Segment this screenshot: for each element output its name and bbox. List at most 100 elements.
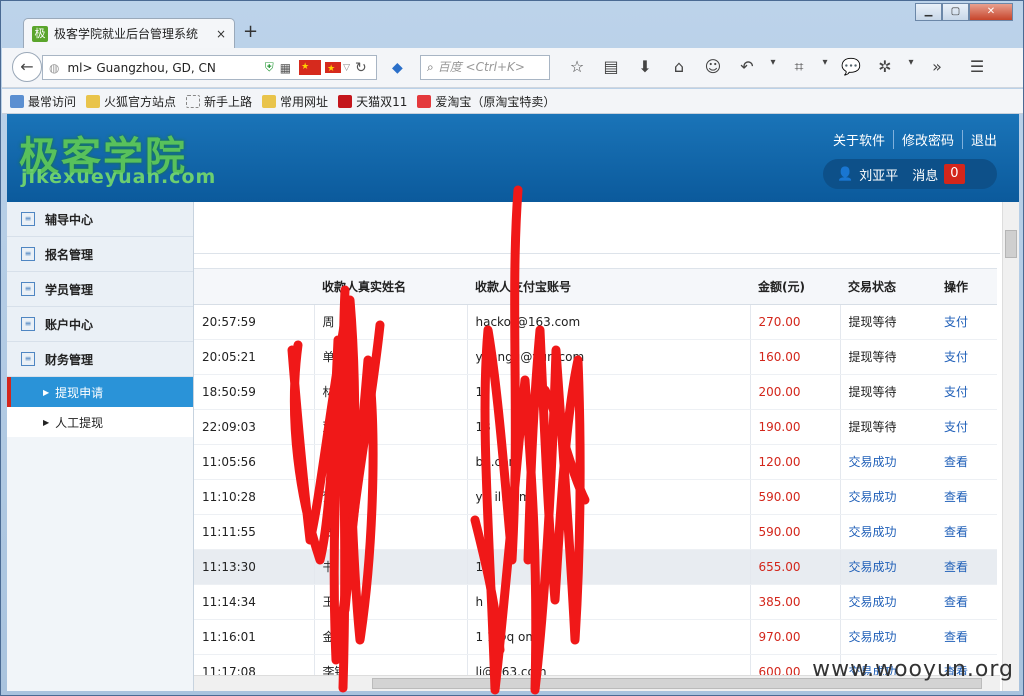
- cell-action[interactable]: 查看: [936, 584, 997, 620]
- cell-alipay-account: bb.com: [466, 444, 750, 480]
- cell-action[interactable]: 支付: [936, 409, 997, 445]
- back-button[interactable]: ←: [12, 52, 42, 82]
- bookmark-tmall[interactable]: 天猫双11: [338, 93, 407, 110]
- list-icon: ≡: [21, 282, 35, 296]
- cell-alipay-account: hackor@163.com: [466, 304, 750, 340]
- home-icon[interactable]: ⌂: [662, 57, 696, 77]
- cell-payee-name: 周: [313, 444, 467, 480]
- dropdown-icon[interactable]: ▾: [902, 57, 920, 77]
- browser-tab[interactable]: 极 极客学院就业后台管理系统 ×: [23, 18, 235, 48]
- folder-icon: [262, 94, 277, 108]
- about-link[interactable]: 关于软件: [825, 130, 894, 149]
- crop-icon[interactable]: ⌗: [782, 57, 816, 77]
- minimize-button[interactable]: ▁: [915, 3, 942, 21]
- site-favicon-icon: 极: [32, 25, 48, 42]
- messages-label[interactable]: 消息: [912, 165, 938, 184]
- table-row: 11:10:28 贺 y f il.com 590.00 交易成功 查看: [194, 479, 997, 515]
- page-icon: [186, 94, 201, 108]
- bookmark-star-icon[interactable]: ☆: [560, 57, 594, 77]
- smiley-icon[interactable]: ☺: [696, 57, 730, 77]
- cell-amount: 655.00: [749, 549, 840, 585]
- overflow-icon[interactable]: »: [920, 57, 954, 77]
- china-flag-small-icon: ★: [325, 62, 342, 74]
- menu-tutoring-center[interactable]: ≡ 辅导中心: [7, 202, 193, 237]
- cell-status: 交易成功: [839, 514, 936, 550]
- reading-list-icon[interactable]: ▤: [594, 57, 628, 77]
- cell-status: 交易成功: [839, 619, 936, 655]
- menu-finance[interactable]: ≡ 财务管理: [7, 342, 193, 377]
- menu-enrollment[interactable]: ≡ 报名管理: [7, 237, 193, 272]
- sidebar-item-manual-withdraw[interactable]: ▶ 人工提现: [7, 407, 193, 437]
- close-tab-icon[interactable]: ×: [214, 27, 228, 41]
- bookmark-most-visited[interactable]: 最常访问: [10, 93, 76, 110]
- cell-action[interactable]: 支付: [936, 304, 997, 340]
- chat-icon[interactable]: 💬: [834, 57, 868, 77]
- cell-payee-name: 王: [313, 584, 467, 620]
- cell-payee-name: 钱: [313, 514, 467, 550]
- dropdown-icon[interactable]: ▾: [764, 57, 782, 77]
- cell-action[interactable]: 查看: [936, 444, 997, 480]
- dropdown-icon[interactable]: ▽: [343, 63, 350, 73]
- cell-alipay-account: y f il.com: [466, 479, 750, 515]
- cell-payee-name: 双: [313, 409, 467, 445]
- extension-icon[interactable]: ✲: [868, 57, 902, 77]
- tmall-icon: [338, 94, 353, 108]
- bookmark-firefox-site[interactable]: 火狐官方站点: [86, 93, 176, 110]
- withdraw-table: 收款人真实姓名 收款人支付宝账号 金额(元) 交易状态 操作 20:57:59 周…: [194, 268, 997, 690]
- scroll-thumb[interactable]: [1005, 230, 1017, 258]
- bookmark-aitaobao[interactable]: 爱淘宝（原淘宝特卖）: [417, 93, 555, 110]
- cell-amount: 270.00: [749, 304, 840, 340]
- content-toolbar: [194, 202, 1000, 254]
- menu-account-center[interactable]: ≡ 账户中心: [7, 307, 193, 342]
- cell-action[interactable]: 查看: [936, 479, 997, 515]
- maximize-button[interactable]: ▢: [942, 3, 969, 21]
- qr-code-icon[interactable]: ▦: [280, 61, 291, 75]
- sidebar: ≡ 辅导中心 ≡ 报名管理 ≡ 学员管理 ≡ 账户中心 ≡ 财务管理 ▶ 提现申请 ▶ 人工提…: [7, 202, 194, 691]
- undo-icon[interactable]: ↶: [730, 57, 764, 77]
- table-row: 22:09:03 双 18 190.00 提现等待 支付: [194, 409, 997, 445]
- dropdown-icon[interactable]: ▾: [816, 57, 834, 77]
- cell-alipay-account: yuangu@yun.com: [466, 339, 750, 375]
- cell-amount: 590.00: [749, 479, 840, 515]
- cell-amount: 190.00: [749, 409, 840, 445]
- reload-icon[interactable]: ↻: [355, 60, 367, 76]
- bookmarks-bar: 最常访问 火狐官方站点 新手上路 常用网址 天猫双11 爱淘宝（原淘宝特卖）: [2, 89, 1023, 114]
- menu-students[interactable]: ≡ 学员管理: [7, 272, 193, 307]
- logout-link[interactable]: 退出: [963, 130, 997, 149]
- cell-action[interactable]: 查看: [936, 549, 997, 585]
- new-tab-button[interactable]: +: [243, 21, 258, 42]
- cell-alipay-account: 4: [466, 514, 750, 550]
- change-password-link[interactable]: 修改密码: [894, 130, 963, 149]
- cell-payee-name: 贺: [313, 479, 467, 515]
- addon-icon[interactable]: ◆: [392, 60, 403, 76]
- messages-badge[interactable]: 0: [944, 164, 965, 184]
- table-row: 11:13:30 书 1 655.00 交易成功 查看: [194, 549, 997, 585]
- list-icon: ≡: [21, 352, 35, 366]
- cell-action[interactable]: 支付: [936, 374, 997, 410]
- cell-action[interactable]: 查看: [936, 619, 997, 655]
- address-bar[interactable]: ◍ ml> Guangzhou, GD, CN ⛨ ▦ ★ ★ ▽: [42, 55, 377, 80]
- col-payee-name: 收款人真实姓名: [314, 269, 467, 305]
- cell-amount: 590.00: [749, 514, 840, 550]
- cell-action[interactable]: 支付: [936, 339, 997, 375]
- bookmark-common-sites[interactable]: 常用网址: [262, 93, 328, 110]
- close-window-button[interactable]: ✕: [969, 3, 1013, 21]
- table-row: 20:57:59 周 hackor@163.com 270.00 提现等待 支付: [194, 304, 997, 340]
- cell-action[interactable]: 查看: [936, 514, 997, 550]
- cell-time: 11:11:55: [194, 514, 314, 550]
- sidebar-item-withdraw-request[interactable]: ▶ 提现申请: [7, 377, 193, 407]
- user-name[interactable]: 刘亚平: [859, 165, 898, 184]
- cell-status: 提现等待: [839, 339, 936, 375]
- main-content: 收款人真实姓名 收款人支付宝账号 金额(元) 交易状态 操作 20:57:59 周…: [194, 202, 1019, 691]
- cell-amount: 160.00: [749, 339, 840, 375]
- list-icon: ≡: [21, 247, 35, 261]
- download-icon[interactable]: ⬇: [628, 57, 662, 77]
- table-row: 11:05:56 周 bb.com 120.00 交易成功 查看: [194, 444, 997, 480]
- vertical-scrollbar[interactable]: [1002, 202, 1019, 691]
- menu-icon[interactable]: ☰: [960, 57, 994, 77]
- cell-status: 提现等待: [839, 409, 936, 445]
- search-input[interactable]: ⌕ 百度 <Ctrl+K>: [420, 55, 550, 80]
- bookmark-getting-started[interactable]: 新手上路: [186, 93, 252, 110]
- col-status: 交易状态: [840, 269, 936, 305]
- cell-time: 11:16:01: [194, 619, 314, 655]
